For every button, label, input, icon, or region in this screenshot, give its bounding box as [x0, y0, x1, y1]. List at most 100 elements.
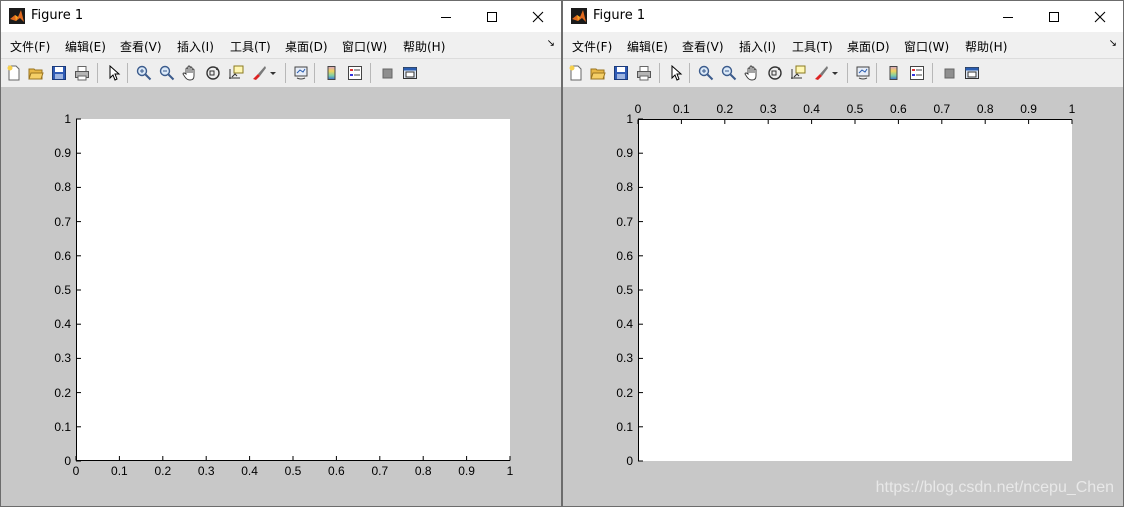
axes[interactable]	[637, 118, 1073, 462]
menu-view[interactable]: 查看(V)	[120, 38, 162, 55]
figure-toolbar	[1, 58, 561, 88]
new-figure-icon	[569, 65, 582, 81]
figure-window-right: Figure 1 文件(F) 编辑(E) 查看(V) 插入(I) 工具(T) 桌…	[562, 0, 1124, 507]
menu-edit[interactable]: 编辑(E)	[65, 38, 106, 55]
x-tick-label: 0.5	[846, 102, 864, 116]
open-file-button[interactable]	[26, 63, 46, 83]
legend-button[interactable]	[907, 63, 927, 83]
open-file-icon	[28, 68, 44, 80]
zoom-out-button[interactable]	[157, 63, 177, 83]
x-tick-label: 0.8	[414, 464, 432, 478]
x-tick-label: 0.7	[371, 464, 389, 478]
y-tick-label: 0.2	[54, 385, 71, 400]
minimize-button[interactable]	[985, 1, 1031, 32]
pan-hand-icon	[182, 65, 195, 81]
save-button[interactable]	[611, 63, 631, 83]
title-bar[interactable]: Figure 1	[563, 1, 1123, 32]
brush-dropdown-button[interactable]	[829, 63, 841, 83]
minimize-button[interactable]	[423, 1, 469, 32]
menu-help[interactable]: 帮助(H)	[965, 38, 1007, 55]
y-tick-label: 0	[626, 454, 633, 468]
menu-file[interactable]: 文件(F)	[10, 38, 50, 55]
close-button[interactable]	[1077, 1, 1123, 32]
x-tick-label: 0.4	[803, 102, 820, 116]
y-tick-label: 0.4	[54, 317, 71, 332]
legend-button[interactable]	[345, 63, 365, 83]
edit-plot-arrow-icon	[671, 65, 683, 81]
new-figure-button[interactable]	[4, 63, 24, 83]
menu-overflow-icon[interactable]: ↘	[547, 38, 555, 49]
y-tick-label: 0.5	[616, 283, 633, 297]
y-tick-label: 0.1	[54, 419, 71, 434]
menu-tools[interactable]: 工具(T)	[230, 38, 271, 55]
rotate-3d-button[interactable]	[765, 63, 785, 83]
window-title: Figure 1	[31, 8, 84, 23]
menu-tools[interactable]: 工具(T)	[792, 38, 833, 55]
menu-insert[interactable]: 插入(I)	[739, 38, 776, 55]
axes[interactable]	[75, 118, 511, 462]
show-plot-tools-button[interactable]	[962, 63, 982, 83]
x-tick-label: 1	[506, 464, 514, 478]
title-bar[interactable]: Figure 1	[1, 1, 561, 32]
y-tick-label: 0.5	[54, 283, 71, 297]
menu-file[interactable]: 文件(F)	[572, 38, 612, 55]
menu-window[interactable]: 窗口(W)	[342, 38, 387, 55]
new-figure-button[interactable]	[566, 63, 586, 83]
figure-canvas[interactable]: 0 0.1 0.2 0.3 0.4 0.5 0.6 0.7 0.8 0.9 1 0 0.1 0.2 0.3 0…	[563, 87, 1123, 506]
x-tick-label: 0.2	[154, 464, 172, 478]
maximize-button[interactable]	[1031, 1, 1077, 32]
menu-window[interactable]: 窗口(W)	[904, 38, 949, 55]
pan-button[interactable]	[180, 63, 200, 83]
menu-edit[interactable]: 编辑(E)	[627, 38, 668, 55]
pan-button[interactable]	[742, 63, 762, 83]
rotate-3d-button[interactable]	[203, 63, 223, 83]
show-plot-tools-button[interactable]	[400, 63, 420, 83]
brush-button[interactable]	[249, 63, 269, 83]
save-button[interactable]	[49, 63, 69, 83]
menu-desktop[interactable]: 桌面(D)	[847, 38, 890, 55]
matlab-logo-icon	[571, 8, 587, 24]
menu-insert[interactable]: 插入(I)	[177, 38, 214, 55]
zoom-in-button[interactable]	[134, 63, 154, 83]
y-tick-label: 0.4	[616, 317, 633, 332]
y-tick-label: 0	[64, 454, 71, 468]
colorbar-button[interactable]	[884, 63, 904, 83]
print-button[interactable]	[634, 63, 654, 83]
toolbar-separator	[97, 63, 98, 83]
y-tick-label: 0.7	[616, 214, 633, 229]
edit-plot-button[interactable]	[104, 63, 124, 83]
print-button[interactable]	[72, 63, 92, 83]
open-file-button[interactable]	[588, 63, 608, 83]
legend-icon	[910, 66, 924, 80]
menu-bar: 文件(F) 编辑(E) 查看(V) 插入(I) 工具(T) 桌面(D) 窗口(W…	[563, 32, 1123, 58]
colorbar-button[interactable]	[322, 63, 342, 83]
zoom-in-button[interactable]	[696, 63, 716, 83]
menu-overflow-icon[interactable]: ↘	[1109, 38, 1117, 49]
zoom-out-button[interactable]	[719, 63, 739, 83]
brush-button[interactable]	[811, 63, 831, 83]
toolbar-separator	[370, 63, 371, 83]
print-icon	[75, 66, 89, 81]
brush-dropdown-button[interactable]	[267, 63, 279, 83]
close-button[interactable]	[515, 1, 561, 32]
figure-canvas[interactable]: 0 0.1 0.2 0.3 0.4 0.5 0.6 0.7 0.8 0.9 1 0 0.1 0.2 0.3 0…	[1, 87, 561, 506]
link-plot-button[interactable]	[853, 63, 873, 83]
maximize-button[interactable]	[469, 1, 515, 32]
toolbar-separator	[932, 63, 933, 83]
y-tick-label: 0.6	[54, 248, 71, 263]
edit-plot-button[interactable]	[666, 63, 686, 83]
hide-plot-tools-button[interactable]	[939, 63, 959, 83]
x-tick-label: 0.7	[933, 102, 951, 116]
matlab-logo-icon	[9, 8, 25, 24]
hide-plot-tools-button[interactable]	[377, 63, 397, 83]
y-tick-label: 0.3	[54, 351, 71, 366]
y-tick-label: 0.6	[616, 248, 633, 263]
data-cursor-button[interactable]	[788, 63, 808, 83]
menu-desktop[interactable]: 桌面(D)	[285, 38, 328, 55]
menu-view[interactable]: 查看(V)	[682, 38, 724, 55]
data-cursor-button[interactable]	[226, 63, 246, 83]
rotate-3d-icon	[768, 66, 782, 80]
menu-help[interactable]: 帮助(H)	[403, 38, 445, 55]
link-plot-button[interactable]	[291, 63, 311, 83]
y-tick-label: 0.7	[54, 214, 71, 229]
